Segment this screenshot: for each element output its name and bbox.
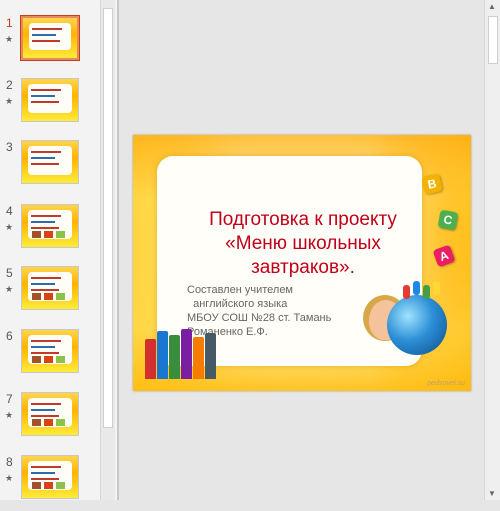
animation-star-icon: ★	[5, 410, 14, 420]
slide-thumbnail-image[interactable]	[21, 140, 79, 184]
canvas-scrollbar[interactable]: ▲ ▼	[484, 0, 500, 500]
author-line: МБОУ СОШ №28 ст. Тамань	[187, 312, 332, 324]
thumbnail-scrollbar-thumb[interactable]	[103, 8, 113, 428]
slide-thumbnail-image[interactable]	[21, 329, 79, 373]
slide-thumbnail-7[interactable]: 7 ★	[0, 392, 100, 448]
slide-thumbnail-6[interactable]: 6	[0, 329, 100, 385]
slide-thumbnail-image[interactable]	[21, 392, 79, 436]
slide-thumbnail-image[interactable]	[21, 266, 79, 310]
slide-thumbnail-5[interactable]: 5 ★	[0, 266, 100, 322]
slide-thumbnail-panel: 1 ★ 2 ★ 3 4 ★ 5 ★ 6 7 ★ 8 ★	[0, 0, 118, 500]
slide-author-text[interactable]: Составлен учителем английского языка МБО…	[187, 283, 357, 339]
letter-block-c: C	[437, 209, 459, 231]
slide-thumbnail-image[interactable]	[21, 204, 79, 248]
slide-number: 4	[6, 204, 13, 218]
slide-number: 3	[6, 140, 13, 154]
slide-number: 6	[6, 329, 13, 343]
scroll-down-icon[interactable]: ▼	[488, 489, 496, 498]
canvas-scrollbar-thumb[interactable]	[488, 16, 498, 64]
slide-thumbnail-image[interactable]	[21, 455, 79, 499]
slide-thumbnail-image[interactable]	[21, 78, 79, 122]
slide-thumbnail-3[interactable]: 3	[0, 140, 100, 196]
thumbnail-scrollbar[interactable]	[100, 0, 115, 500]
scroll-up-icon[interactable]: ▲	[488, 2, 496, 11]
animation-star-icon: ★	[5, 222, 14, 232]
slide-thumbnail-4[interactable]: 4 ★	[0, 204, 100, 260]
slide-number: 7	[6, 392, 13, 406]
animation-star-icon: ★	[5, 34, 14, 44]
animation-star-icon: ★	[5, 473, 14, 483]
slide-number: 5	[6, 266, 13, 280]
author-line: Составлен учителем	[187, 284, 293, 296]
slide-title[interactable]: Подготовка к проекту «Меню школьных завт…	[183, 208, 423, 280]
globe-illustration	[387, 295, 447, 355]
animation-star-icon: ★	[5, 284, 14, 294]
slide-thumbnail-image[interactable]	[20, 15, 80, 61]
current-slide[interactable]: Подготовка к проекту «Меню школьных завт…	[133, 135, 471, 391]
letter-block-b: B	[421, 173, 443, 195]
slide-thumbnail-1[interactable]: 1 ★	[0, 15, 100, 72]
watermark-logo: pedsovet.su	[427, 380, 465, 387]
animation-star-icon: ★	[5, 96, 14, 106]
slide-number: 1	[6, 16, 13, 30]
author-line: английского языка	[187, 298, 288, 310]
slide-number: 2	[6, 78, 13, 92]
slide-thumbnail-8[interactable]: 8 ★	[0, 455, 100, 511]
slide-thumbnail-2[interactable]: 2 ★	[0, 78, 100, 134]
slide-number: 8	[6, 455, 13, 469]
